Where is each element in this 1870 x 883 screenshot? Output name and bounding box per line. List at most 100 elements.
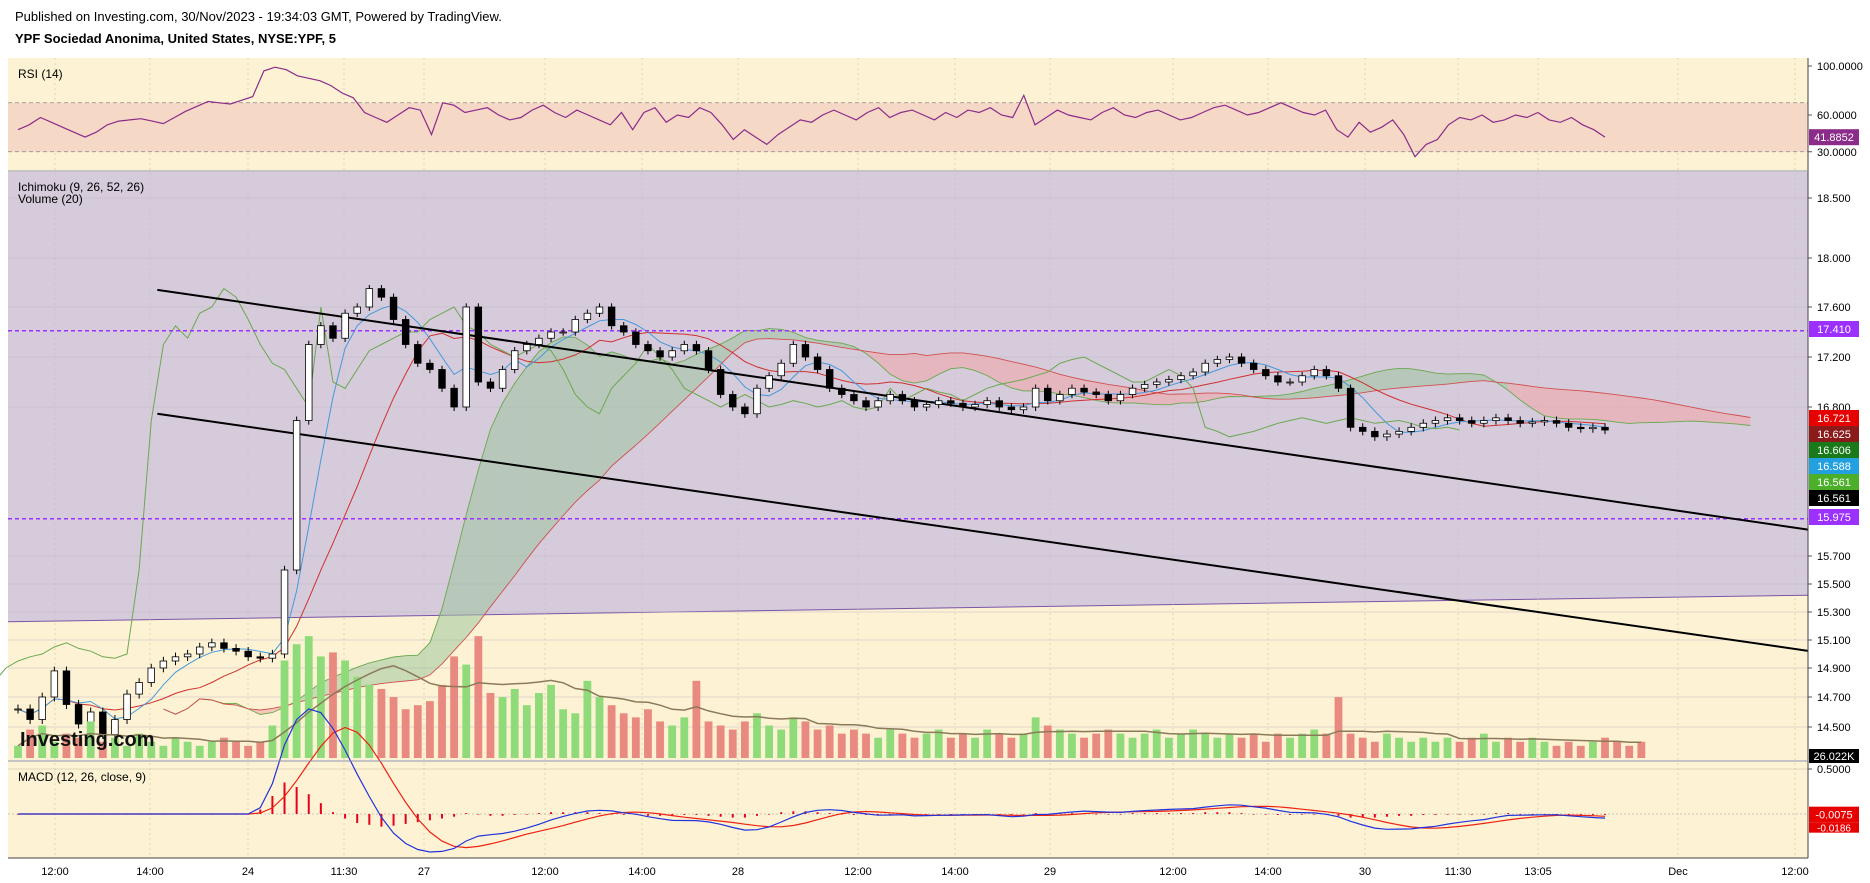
candle-body: [50, 670, 59, 698]
volume-bar: [1322, 733, 1331, 758]
candle-body: [1601, 426, 1609, 431]
macd-histogram-bar: [792, 811, 795, 814]
candle-body: [1407, 426, 1415, 432]
candle-body: [1225, 356, 1234, 360]
time-tick-label: 24: [242, 866, 254, 878]
price-tick-label: 17.600: [1817, 302, 1851, 314]
candle-body: [1031, 387, 1040, 408]
volume-bar: [716, 725, 725, 758]
volume-bar: [1540, 741, 1549, 758]
volume-bar: [1140, 733, 1149, 758]
volume-bar: [813, 729, 822, 758]
macd-tick-label: 0.5000: [1817, 764, 1851, 776]
macd-histogram-bar: [537, 813, 540, 814]
volume-bar: [849, 729, 858, 758]
volume-bar: [268, 725, 277, 758]
volume-bar: [995, 733, 1004, 758]
macd-histogram-bar: [550, 812, 553, 814]
price-marker-value: 16.606: [1817, 445, 1851, 457]
volume-bar: [498, 697, 507, 758]
candle-body: [1237, 356, 1246, 364]
volume-bar: [1225, 733, 1234, 758]
macd-histogram-bar: [344, 814, 347, 819]
volume-bar: [1576, 745, 1585, 758]
candle-body: [486, 381, 495, 389]
candle-body: [922, 404, 931, 408]
candle-body: [1019, 406, 1028, 411]
candle-body: [1419, 422, 1427, 428]
candle-body: [898, 394, 907, 402]
candle-body: [1346, 387, 1355, 428]
ichimoku-cloud-segment: [1605, 393, 1618, 423]
time-tick-label: 12:00: [531, 866, 559, 878]
candle-body: [171, 656, 180, 662]
candle-body: [583, 312, 592, 320]
ichimoku-cloud-segment: [1580, 390, 1593, 420]
volume-bar: [595, 697, 604, 758]
macd-histogram-bar: [1276, 814, 1279, 815]
candle-body: [1092, 391, 1100, 395]
rsi-last-value: 41.8852: [1814, 132, 1854, 144]
volume-bar: [462, 664, 471, 758]
candle-body: [147, 667, 155, 683]
time-tick-label: 12:00: [1781, 866, 1809, 878]
volume-bar: [413, 705, 422, 758]
volume-bar: [1625, 745, 1634, 758]
candle-body: [862, 400, 870, 408]
candle-body: [595, 306, 604, 314]
investing-logo: Investing.com: [20, 729, 154, 751]
macd-histogram-bar: [622, 814, 625, 815]
macd-histogram-bar: [731, 814, 734, 818]
candle-body: [135, 682, 143, 695]
candle-body: [934, 400, 943, 405]
macd-histogram-bar: [1385, 814, 1388, 817]
volume-bar: [486, 693, 495, 758]
candle-body: [741, 406, 749, 415]
candle-body: [268, 653, 277, 659]
macd-histogram-bar: [1143, 813, 1146, 814]
price-tick-label: 14.700: [1817, 692, 1851, 704]
candle-body: [1540, 420, 1549, 423]
ichimoku-cloud-segment: [587, 345, 600, 491]
ichimoku-cloud-segment: [514, 366, 527, 576]
price-tick-label: 15.700: [1817, 551, 1851, 563]
volume-bar: [1346, 733, 1355, 758]
volume-bar: [619, 713, 628, 758]
candle-body: [62, 670, 71, 705]
candle-body: [716, 369, 725, 395]
candle-body: [620, 325, 628, 333]
candle-body: [1286, 381, 1294, 384]
macd-histogram-bar: [1313, 814, 1316, 815]
volume-bar: [922, 733, 931, 758]
volume-bar: [971, 737, 979, 758]
candle-body: [1116, 394, 1125, 402]
macd-histogram-bar: [1252, 814, 1255, 815]
volume-bar: [765, 725, 774, 758]
ichimoku-cloud-segment: [1435, 373, 1448, 386]
macd-histogram-bar: [828, 813, 831, 814]
ichimoku-cloud-segment: [1156, 392, 1169, 405]
volume-label: Volume (20): [18, 192, 83, 206]
candle-body: [353, 306, 361, 314]
candle-body: [801, 344, 810, 358]
volume-bar: [862, 733, 870, 758]
macd-histogram-bar: [1410, 814, 1413, 816]
candle-body: [1371, 430, 1379, 438]
price-chart[interactable]: 12:00 14:00 24 11:30 27 12:00 14:00 28 12:00 14:0…: [0, 0, 1870, 883]
volume-bar: [304, 636, 313, 758]
volume-bar: [1286, 737, 1294, 758]
macd-histogram-bar: [1022, 814, 1025, 815]
volume-bar: [1068, 733, 1076, 758]
candle-body: [1177, 375, 1185, 380]
candle-body: [1383, 433, 1391, 438]
candle-body: [26, 708, 34, 720]
macd-label: MACD (12, 26, close, 9): [18, 770, 146, 784]
ichimoku-cloud-segment: [526, 351, 539, 560]
volume-bar: [692, 680, 701, 758]
macd-histogram-bar: [852, 814, 855, 815]
macd-histogram-bar: [404, 814, 407, 824]
candle-body: [680, 344, 689, 352]
ichimoku-cloud-segment: [1629, 396, 1642, 424]
candle-body: [1080, 387, 1088, 393]
candle-body: [1128, 387, 1137, 395]
